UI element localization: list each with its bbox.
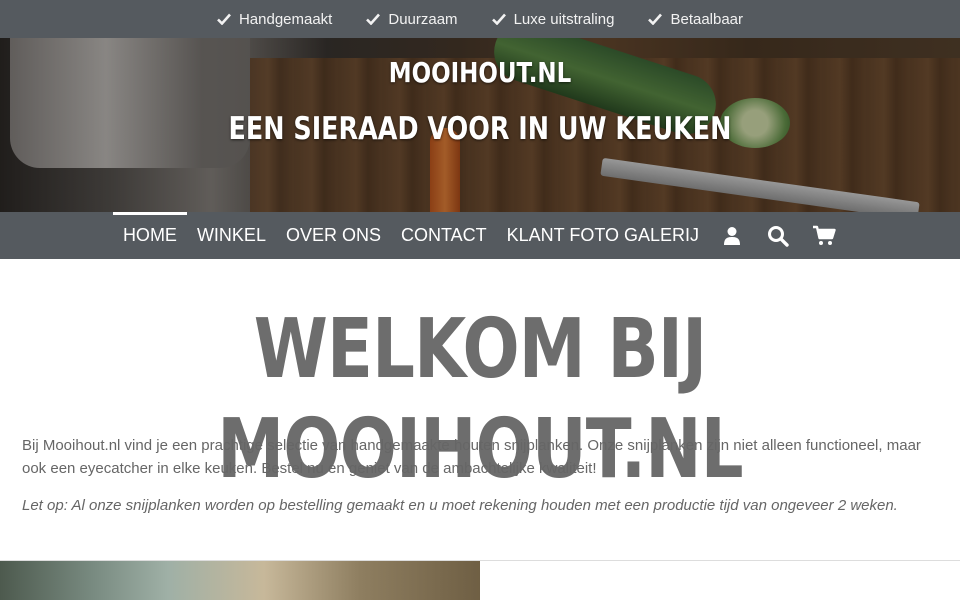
account-button[interactable]	[709, 212, 755, 259]
intro-text: Bij Mooihout.nl vind je een prachtige se…	[22, 437, 921, 477]
check-icon	[648, 13, 663, 25]
search-button[interactable]	[755, 212, 801, 259]
nav-item-home[interactable]: HOME	[112, 212, 187, 259]
site-title[interactable]: MOOIHOUT.NL	[86, 56, 873, 89]
usp-label: Betaalbaar	[670, 10, 744, 28]
nav-item-winkel[interactable]: WINKEL	[187, 212, 276, 259]
usp-item: Betaalbaar	[648, 11, 743, 28]
user-icon	[724, 226, 741, 245]
usp-label: Duurzaam	[388, 10, 458, 28]
nav-item-over-ons[interactable]: OVER ONS	[276, 212, 391, 259]
cart-button[interactable]	[801, 212, 847, 259]
check-icon	[217, 13, 231, 25]
usp-label: Luxe uitstraling	[513, 10, 615, 28]
main-navigation: HOME WINKEL OVER ONS CONTACT KLANT FOTO …	[0, 212, 960, 259]
cart-icon	[813, 225, 836, 245]
nav-item-contact[interactable]: CONTACT	[391, 212, 497, 259]
usp-item: Duurzaam	[366, 10, 458, 28]
hero-banner: MOOIHOUT.NL EEN SIERAAD VOOR IN UW KEUKE…	[0, 38, 960, 212]
product-photo	[0, 561, 480, 600]
check-icon	[491, 13, 506, 25]
check-icon	[366, 13, 381, 25]
production-note: Let op: Al onze snijplanken worden op be…	[22, 497, 898, 514]
search-icon	[768, 225, 789, 247]
usp-bar: Handgemaakt Duurzaam Luxe uitstraling Be…	[0, 0, 960, 38]
usp-label: Handgemaakt	[238, 10, 333, 28]
site-tagline: EEN SIERAAD VOOR IN UW KEUKEN	[228, 111, 732, 147]
usp-item: Handgemaakt	[217, 11, 332, 28]
usp-item: Luxe uitstraling	[491, 10, 615, 28]
nav-item-klant-foto-galerij[interactable]: KLANT FOTO GALERIJ	[497, 212, 709, 259]
